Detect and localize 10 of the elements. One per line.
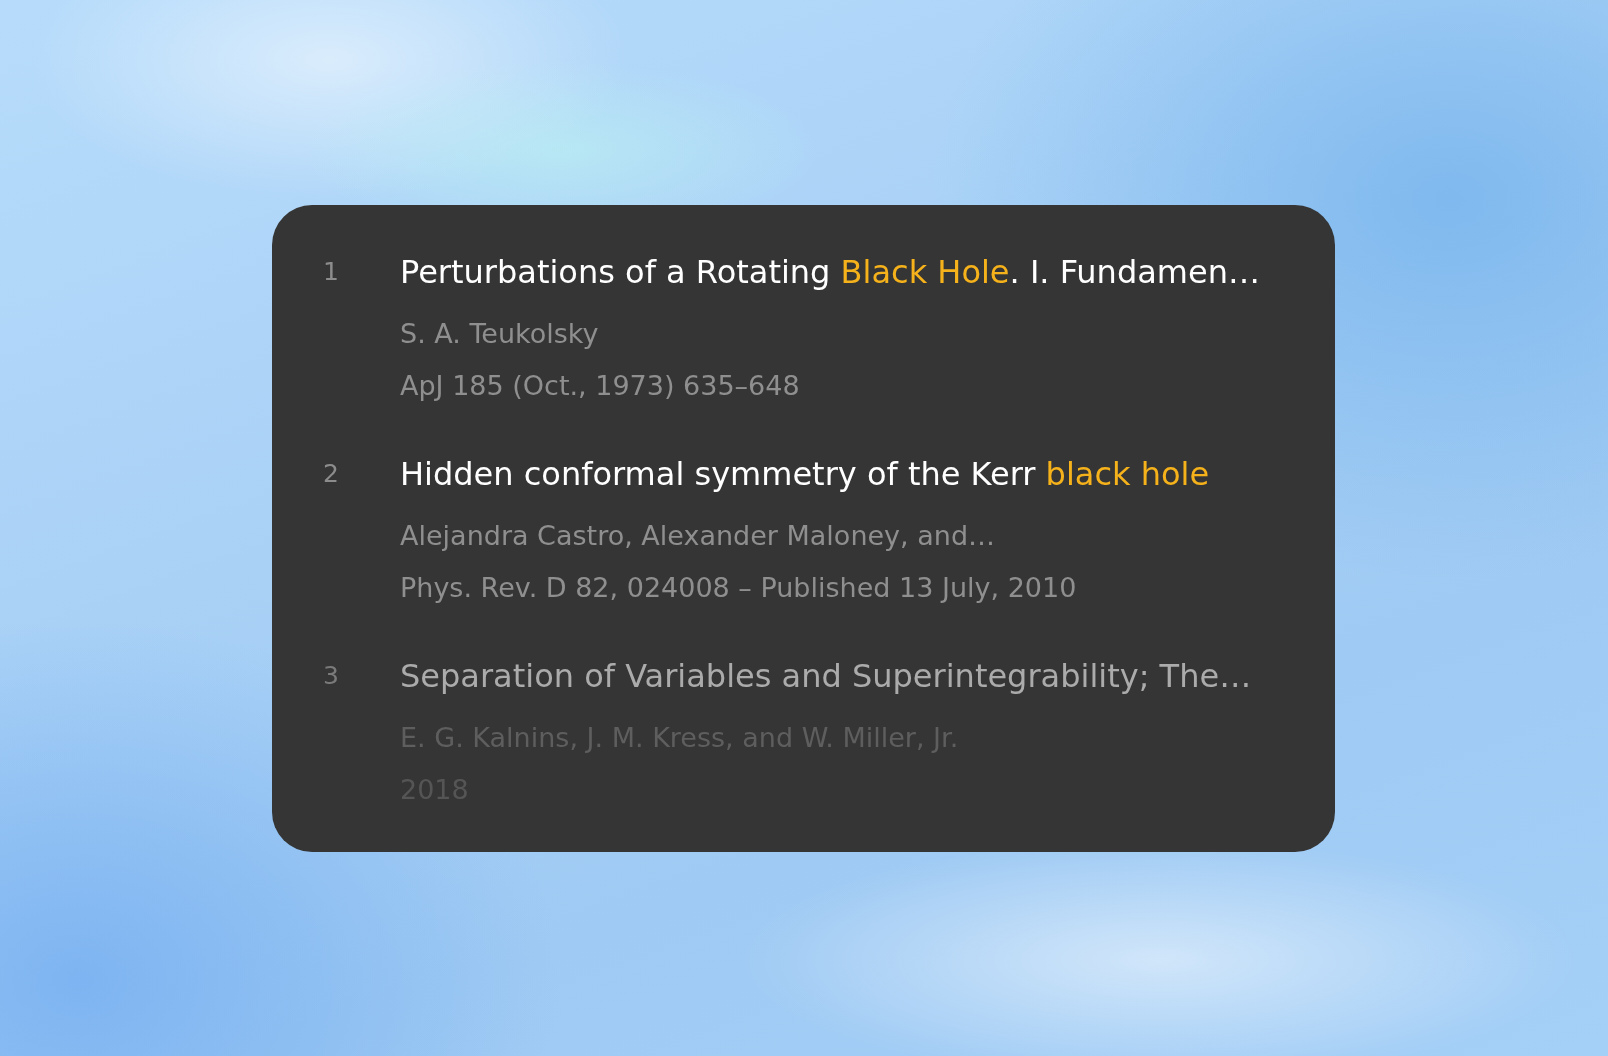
result-authors: Alejandra Castro, Alexander Maloney, and… xyxy=(400,519,996,553)
result-authors: S. A. Teukolsky xyxy=(400,317,599,351)
result-number: 3 xyxy=(323,660,340,692)
result-number: 2 xyxy=(323,458,340,490)
result-citation: ApJ 185 (Oct., 1973) 635–648 xyxy=(400,369,800,403)
result-title[interactable]: Perturbations of a Rotating Black Hole. I. Fundamen… xyxy=(400,250,1260,294)
result-citation: Phys. Rev. D 82, 024008 – Published 13 July, 2010 xyxy=(400,571,1077,605)
result-number: 1 xyxy=(323,256,340,288)
result-title[interactable]: Hidden conformal symmetry of the Kerr black hole xyxy=(400,452,1210,496)
result-title[interactable]: Separation of Variables and Superintegrability; The… xyxy=(400,654,1252,698)
